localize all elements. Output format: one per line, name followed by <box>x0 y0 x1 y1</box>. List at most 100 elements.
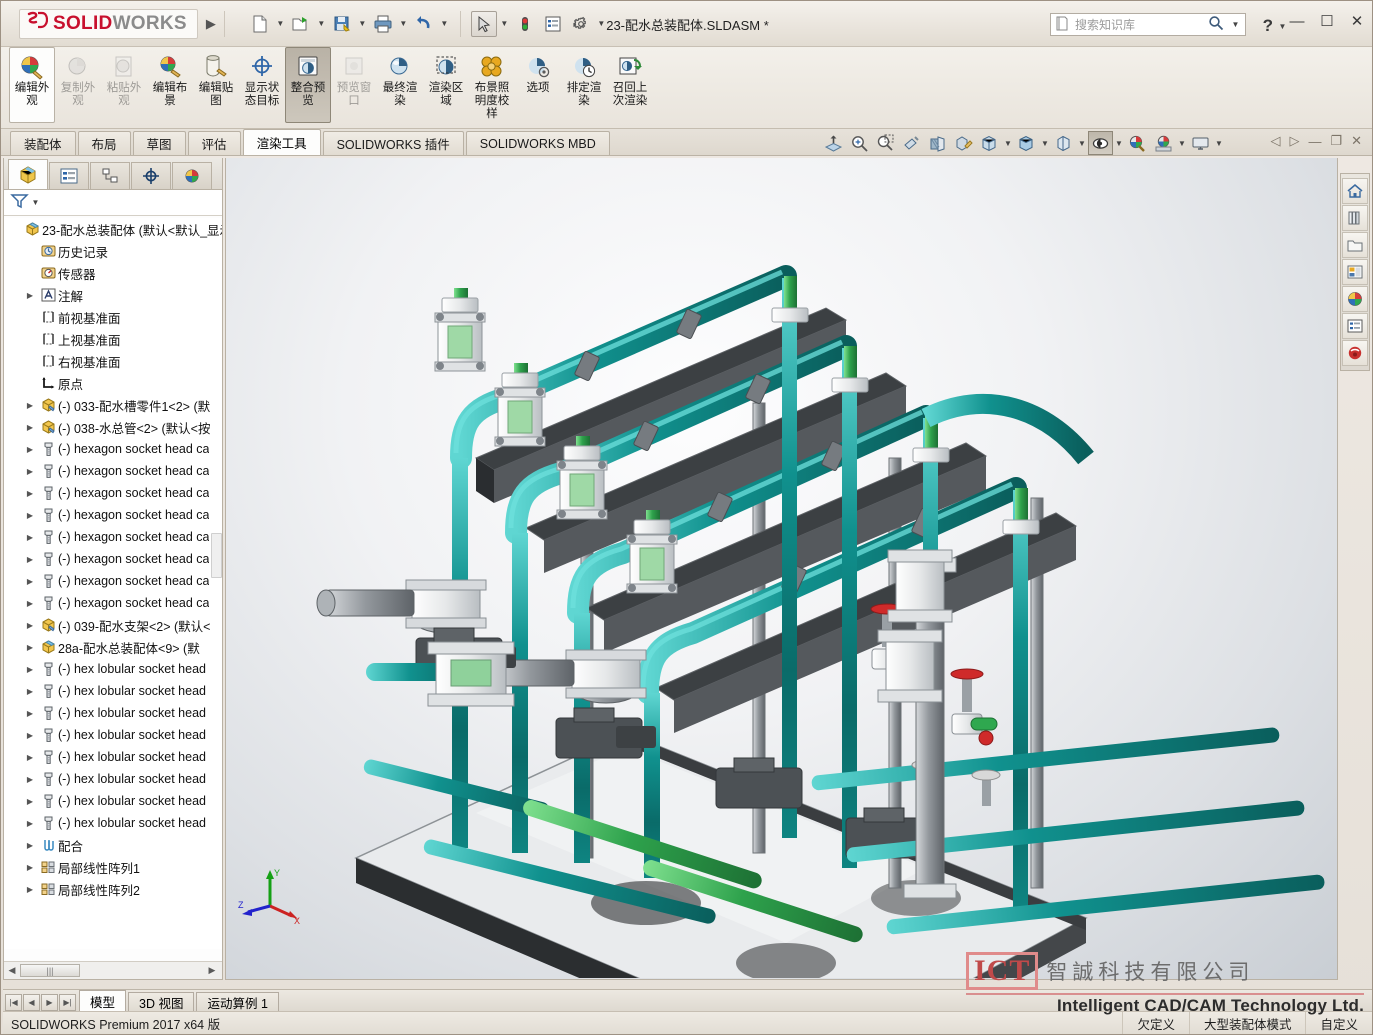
hide-show-items-icon[interactable] <box>1051 131 1076 155</box>
tree-item[interactable]: ▶ 28a-配水总装配体<9> (默 <box>4 636 222 658</box>
selection-dropdown[interactable]: ▼ <box>499 11 510 37</box>
tab-1[interactable]: 布局 <box>77 131 131 155</box>
tree-expander-icon[interactable]: ▶ <box>22 599 38 608</box>
last-tab-button[interactable]: ▶| <box>59 994 76 1011</box>
scroll-left-arrow-icon[interactable]: ◀ <box>4 965 20 976</box>
feature-manager-design-tree-tab[interactable] <box>8 159 48 189</box>
edit-appearance-view-icon[interactable] <box>1125 131 1150 155</box>
zoom-to-fit-icon[interactable] <box>821 131 846 155</box>
tree-item[interactable]: ▶ (-) hexagon socket head ca <box>4 504 222 526</box>
tree-item[interactable]: ▶ (-) hex lobular socket head <box>4 702 222 724</box>
ribbon-display-state-target[interactable]: 显示状态目标 <box>239 47 285 123</box>
tree-item[interactable]: ▶ (-) hexagon socket head ca <box>4 592 222 614</box>
tree-expander-icon[interactable]: ▶ <box>22 643 38 652</box>
search-icon[interactable] <box>1208 15 1224 34</box>
open-folder-icon[interactable] <box>288 11 314 37</box>
tree-item[interactable]: ▶ (-) 033-配水槽零件1<2> (默 <box>4 394 222 416</box>
tree-expander-icon[interactable]: ▶ <box>22 467 38 476</box>
tree-expander-icon[interactable]: ▶ <box>22 753 38 762</box>
tree-expander-icon[interactable]: ▶ <box>22 489 38 498</box>
tree-item[interactable]: 前视基准面 <box>4 306 222 328</box>
ribbon-edit-scene[interactable]: 编辑布景 <box>147 47 193 123</box>
tab-6[interactable]: SOLIDWORKS MBD <box>465 131 610 155</box>
tree-expander-icon[interactable]: ▶ <box>22 511 38 520</box>
tree-item[interactable]: ▶ (-) hexagon socket head ca <box>4 482 222 504</box>
tab-2[interactable]: 草图 <box>132 131 186 155</box>
print-dropdown[interactable]: ▼ <box>398 11 409 37</box>
scroll-thumb[interactable]: ||| <box>20 964 80 977</box>
hide-show-dropdown[interactable]: ▼ <box>1077 131 1087 155</box>
view-orientation-icon[interactable] <box>977 131 1002 155</box>
appearances-scenes-icon[interactable] <box>1342 286 1368 312</box>
tree-expander-icon[interactable]: ▶ <box>22 775 38 784</box>
tab-3[interactable]: 评估 <box>187 131 241 155</box>
tree-item[interactable]: 23-配水总装配体 (默认<默认_显示 <box>4 218 222 240</box>
ribbon-render-region[interactable]: 渲染区域 <box>423 47 469 123</box>
tree-expander-icon[interactable]: ▶ <box>22 401 38 410</box>
file-explorer-icon[interactable] <box>1342 232 1368 258</box>
doc-close-button[interactable]: ✕ <box>1351 133 1362 149</box>
undo-dropdown[interactable]: ▼ <box>439 11 450 37</box>
rotate-view-icon[interactable] <box>899 131 924 155</box>
tree-expander-icon[interactable]: ▶ <box>22 687 38 696</box>
tree-item[interactable]: 右视基准面 <box>4 350 222 372</box>
tree-item[interactable]: ▶ (-) hex lobular socket head <box>4 680 222 702</box>
graphics-area[interactable]: Y X Z <box>225 158 1338 980</box>
configuration-manager-tab[interactable] <box>90 162 130 189</box>
tree-expander-icon[interactable]: ▶ <box>22 885 38 894</box>
printer-icon[interactable] <box>370 11 396 37</box>
tree-horizontal-scrollbar[interactable]: ◀ ||| ▶ <box>4 961 222 979</box>
ribbon-edit-appearance[interactable]: 编辑外观 <box>9 47 55 123</box>
tree-expander-icon[interactable]: ▶ <box>22 709 38 718</box>
tree-expander-icon[interactable]: ▶ <box>22 863 38 872</box>
tree-item[interactable]: ▶ (-) hex lobular socket head <box>4 790 222 812</box>
options-dropdown[interactable]: ▼ <box>596 11 607 37</box>
section-view-icon[interactable] <box>925 131 950 155</box>
tree-expander-icon[interactable]: ▶ <box>22 291 38 300</box>
first-tab-button[interactable]: |◀ <box>5 994 22 1011</box>
bottom-tab-0[interactable]: 模型 <box>79 990 127 1011</box>
view-palette-icon[interactable] <box>1342 259 1368 285</box>
tree-item[interactable]: ▶ (-) hexagon socket head ca <box>4 438 222 460</box>
tab-4[interactable]: 渲染工具 <box>242 129 321 155</box>
new-file-dropdown[interactable]: ▼ <box>275 11 286 37</box>
traffic-light-icon[interactable] <box>512 11 538 37</box>
zoom-in-out-icon[interactable] <box>847 131 872 155</box>
tree-item[interactable]: ▶ (-) hex lobular socket head <box>4 724 222 746</box>
assembly-3d-model[interactable] <box>226 158 1338 978</box>
new-file-icon[interactable] <box>247 11 273 37</box>
tree-item[interactable]: ▶ (-) hex lobular socket head <box>4 658 222 680</box>
filter-dropdown[interactable]: ▼ <box>30 190 41 216</box>
tree-item[interactable]: 原点 <box>4 372 222 394</box>
list-properties-icon[interactable] <box>540 11 566 37</box>
minimize-button[interactable]: — <box>1288 14 1306 29</box>
view-setting-dropdown[interactable]: ▼ <box>1114 131 1124 155</box>
view-orientation-dropdown[interactable]: ▼ <box>1003 131 1013 155</box>
ribbon-edit-decal[interactable]: 编辑贴图 <box>193 47 239 123</box>
property-manager-tab[interactable] <box>49 162 89 189</box>
ribbon-scene-illumination-proof[interactable]: 布景照明度校样 <box>469 47 515 123</box>
zoom-to-area-icon[interactable] <box>873 131 898 155</box>
ribbon-final-render[interactable]: 最终渲染 <box>377 47 423 123</box>
scroll-right-arrow-icon[interactable]: ▶ <box>204 965 220 976</box>
ribbon-integrated-preview[interactable]: 整合预览 <box>285 47 331 123</box>
tree-item[interactable]: ▶ (-) 039-配水支架<2> (默认< <box>4 614 222 636</box>
tree-item[interactable]: 上视基准面 <box>4 328 222 350</box>
tree-item[interactable]: ▶ (-) 038-水总管<2> (默认<按 <box>4 416 222 438</box>
doc-restore-button[interactable]: ❐ <box>1330 133 1342 149</box>
search-input[interactable]: 搜索知识库 <box>1075 16 1202 33</box>
doc-next-button[interactable]: ▷ <box>1289 133 1299 149</box>
bottom-tab-1[interactable]: 3D 视图 <box>128 992 195 1011</box>
tree-item[interactable]: ▶ (-) hex lobular socket head <box>4 768 222 790</box>
view-settings-icon[interactable] <box>1188 131 1213 155</box>
tree-expander-icon[interactable]: ▶ <box>22 819 38 828</box>
tree-item[interactable]: ▶ (-) hexagon socket head ca <box>4 460 222 482</box>
doc-prev-button[interactable]: ◁ <box>1270 133 1280 149</box>
ribbon-render-options[interactable]: 选项 <box>515 47 561 123</box>
help-button[interactable]: ? <box>1259 16 1277 36</box>
tree-expander-icon[interactable]: ▶ <box>22 423 38 432</box>
open-file-dropdown[interactable]: ▼ <box>316 11 327 37</box>
custom-properties-icon[interactable] <box>1342 313 1368 339</box>
doc-minimize-button[interactable]: — <box>1308 134 1321 149</box>
tree-expander-icon[interactable]: ▶ <box>22 555 38 564</box>
